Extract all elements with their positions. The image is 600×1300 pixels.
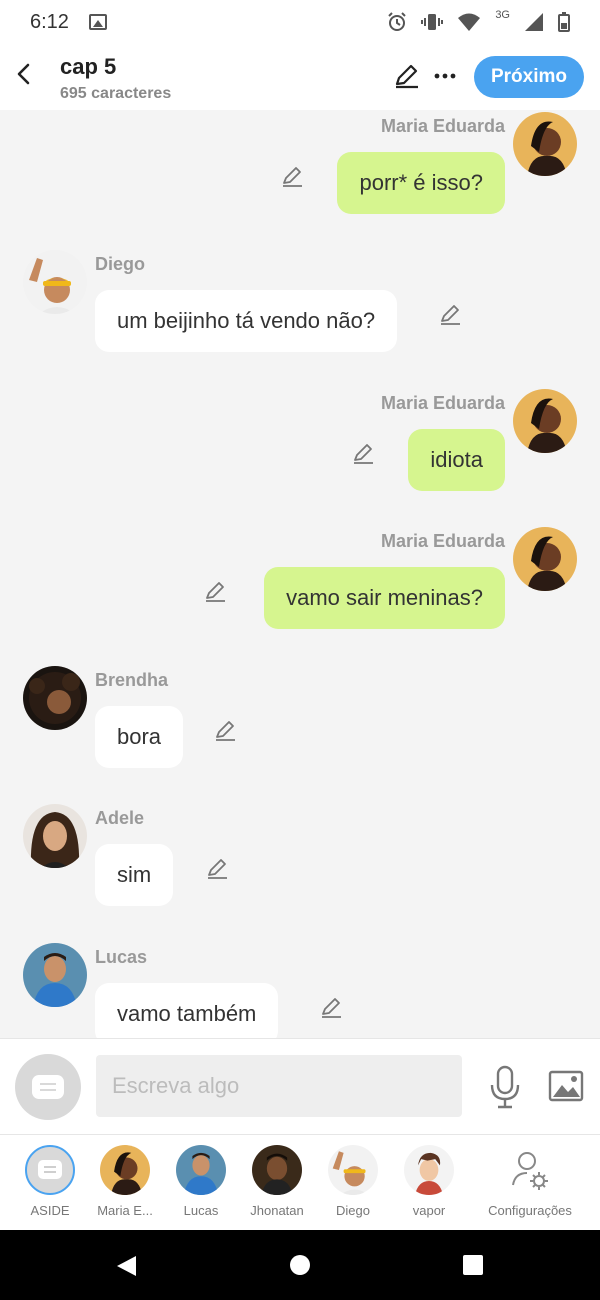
tab-aside[interactable]: ASIDE: [10, 1145, 90, 1225]
tab-jhonatan[interactable]: Jhonatan: [237, 1145, 317, 1225]
message-input[interactable]: [96, 1055, 462, 1117]
message-bubble[interactable]: idiota: [408, 429, 505, 491]
avatar-lucas[interactable]: [23, 943, 87, 1007]
tab-label: Configurações: [488, 1203, 572, 1218]
next-button[interactable]: Próximo: [474, 56, 584, 98]
system-navigation-bar: [0, 1230, 600, 1300]
nav-recents-icon[interactable]: [462, 1254, 484, 1276]
avatar-brendha[interactable]: [23, 666, 87, 730]
avatar-vapor: [404, 1145, 454, 1195]
tab-lucas[interactable]: Lucas: [161, 1145, 241, 1225]
vibrate-icon: [421, 14, 444, 30]
message-author: Maria Eduarda: [380, 531, 505, 551]
message-author: Adele: [95, 808, 145, 828]
chat-list[interactable]: Maria Eduarda porr* é isso? Diego um bei…: [0, 110, 600, 1038]
avatar-diego: [328, 1145, 378, 1195]
edit-message-icon[interactable]: [351, 441, 375, 465]
tab-settings[interactable]: Configurações: [485, 1145, 575, 1225]
edit-message-icon[interactable]: [205, 856, 229, 880]
edit-pencil-icon[interactable]: [392, 62, 420, 90]
status-time: 6:12: [30, 10, 69, 33]
page-title: cap 5: [60, 54, 117, 79]
message-bubble[interactable]: vamo sair meninas?: [264, 567, 505, 629]
message-bubble[interactable]: porr* é isso?: [337, 152, 505, 214]
tab-label: ASIDE: [30, 1203, 70, 1218]
message-author: Diego: [95, 254, 146, 274]
settings-user-icon: [505, 1145, 555, 1195]
network-type: 3G: [495, 9, 510, 21]
tab-label: Diego: [336, 1203, 370, 1218]
message-author: Lucas: [95, 947, 148, 967]
edit-message-icon[interactable]: [319, 995, 343, 1019]
avatar-maria-eduarda[interactable]: [513, 527, 577, 591]
message-composer: [0, 1038, 600, 1134]
avatar-maria-eduarda[interactable]: [513, 112, 577, 176]
message-author: Brendha: [95, 670, 169, 690]
edit-message-icon[interactable]: [280, 164, 304, 188]
microphone-icon[interactable]: [488, 1065, 522, 1109]
tab-label: vapor: [412, 1203, 446, 1218]
message-bubble[interactable]: um beijinho tá vendo não?: [95, 290, 398, 352]
status-bar: 6:12 3G: [0, 0, 600, 44]
character-tab-bar: ASIDE Maria E... Lucas Jhonatan Diego va…: [0, 1134, 600, 1230]
nav-back-icon[interactable]: [114, 1254, 138, 1278]
tab-vapor[interactable]: vapor: [389, 1145, 469, 1225]
gallery-notification-icon: [88, 14, 107, 30]
avatar-lucas: [176, 1145, 226, 1195]
wifi-icon: [458, 13, 481, 31]
tab-diego[interactable]: Diego: [313, 1145, 393, 1225]
avatar-jhonatan: [252, 1145, 302, 1195]
character-count: 695 caracteres: [60, 85, 172, 102]
alarm-icon: [388, 12, 407, 31]
tab-label: Lucas: [183, 1203, 219, 1218]
edit-message-icon[interactable]: [203, 579, 227, 603]
message-bubble[interactable]: vamo também: [95, 983, 279, 1038]
aside-toggle-button[interactable]: [15, 1054, 81, 1120]
avatar-diego[interactable]: [23, 250, 87, 314]
more-options-icon[interactable]: [432, 62, 458, 90]
avatar-maria-eduarda[interactable]: [513, 389, 577, 453]
aside-icon: [25, 1145, 75, 1195]
tab-label: Maria E...: [97, 1203, 153, 1218]
edit-message-icon[interactable]: [213, 718, 237, 742]
back-arrow-icon[interactable]: [10, 60, 38, 88]
message-author: Maria Eduarda: [380, 393, 505, 413]
edit-message-icon[interactable]: [438, 302, 462, 326]
nav-home-icon[interactable]: [289, 1254, 311, 1276]
app-header: cap 5 695 caracteres Próximo: [0, 44, 600, 110]
signal-icon: [525, 13, 543, 31]
message-bubble[interactable]: bora: [95, 706, 184, 768]
avatar-maria-eduarda: [100, 1145, 150, 1195]
battery-icon: [558, 12, 570, 32]
tab-label: Jhonatan: [250, 1203, 304, 1218]
message-bubble[interactable]: sim: [95, 844, 174, 906]
tab-maria-eduarda[interactable]: Maria E...: [85, 1145, 165, 1225]
image-icon[interactable]: [548, 1069, 584, 1103]
message-author: Maria Eduarda: [380, 116, 505, 136]
aside-icon: [32, 1075, 64, 1099]
avatar-adele[interactable]: [23, 804, 87, 868]
